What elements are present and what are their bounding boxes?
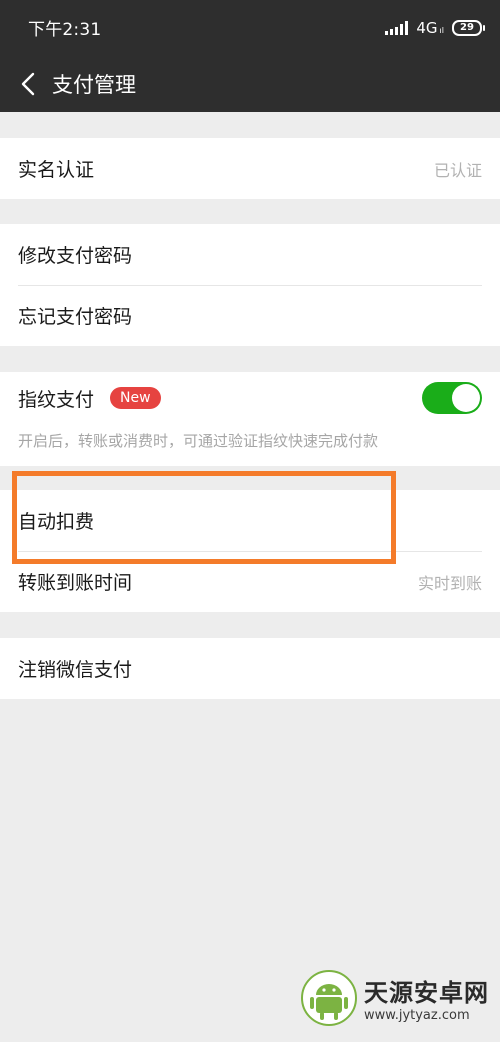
identity-row[interactable]: 实名认证 已认证	[0, 138, 500, 199]
back-button[interactable]	[8, 64, 48, 104]
fingerprint-label: 指纹支付	[18, 388, 95, 411]
status-indicators: 4G ıl 29	[385, 18, 485, 37]
transfer-time-value: 实时到账	[417, 573, 482, 593]
battery-level: 29	[460, 22, 474, 33]
fingerprint-group: 指纹支付 New 开启后，转账或消费时，可通过验证指纹快速完成付款	[0, 372, 500, 466]
auto-deduct-label: 自动扣费	[18, 511, 95, 533]
modify-password-label: 修改支付密码	[18, 245, 133, 267]
new-badge: New	[110, 387, 161, 409]
payment-group: 自动扣费 转账到账时间 实时到账	[0, 490, 500, 612]
modify-password-row[interactable]: 修改支付密码	[0, 224, 500, 285]
fingerprint-label-wrap: 指纹支付 New	[18, 385, 161, 412]
cancel-wechat-pay-row[interactable]: 注销微信支付	[0, 638, 500, 699]
fingerprint-toggle[interactable]	[422, 382, 482, 414]
chevron-left-icon	[21, 72, 35, 95]
network-label: 4G	[416, 18, 438, 37]
header: 支付管理	[0, 55, 500, 112]
transfer-time-row[interactable]: 转账到账时间 实时到账	[0, 551, 500, 612]
identity-label: 实名认证	[18, 159, 95, 181]
identity-group: 实名认证 已认证	[0, 138, 500, 199]
page-title: 支付管理	[52, 72, 136, 97]
watermark-name: 天源安卓网	[364, 979, 489, 1007]
cancel-group: 注销微信支付	[0, 638, 500, 699]
watermark: 天源安卓网 www.jytyaz.com	[300, 958, 500, 1038]
android-logo-icon	[301, 970, 357, 1026]
auto-deduct-row[interactable]: 自动扣费	[0, 490, 500, 551]
status-bar: 下午2:31 4G ıl 29	[0, 0, 500, 55]
toggle-knob	[452, 384, 480, 412]
cancel-wechat-pay-label: 注销微信支付	[18, 659, 133, 681]
watermark-url: www.jytyaz.com	[364, 1008, 470, 1023]
network-activity: ıl	[439, 26, 444, 35]
forgot-password-label: 忘记支付密码	[18, 306, 133, 328]
watermark-text: 天源安卓网 www.jytyaz.com	[364, 973, 489, 1023]
password-group: 修改支付密码 忘记支付密码	[0, 224, 500, 346]
identity-status: 已认证	[433, 160, 482, 180]
signal-icon	[385, 20, 409, 35]
battery-icon: 29	[452, 19, 485, 36]
transfer-time-label: 转账到账时间	[18, 572, 133, 594]
forgot-password-row[interactable]: 忘记支付密码	[0, 285, 500, 346]
status-time: 下午2:31	[28, 20, 102, 40]
fingerprint-description: 开启后，转账或消费时，可通过验证指纹快速完成付款	[18, 432, 379, 450]
fingerprint-row: 指纹支付 New	[0, 372, 500, 424]
